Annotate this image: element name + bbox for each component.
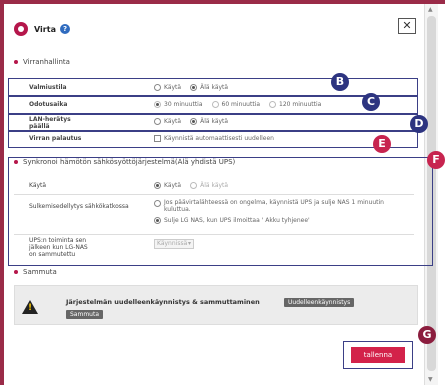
callout-outline-b: [8, 78, 418, 96]
dialog-header: Virta ?: [14, 22, 70, 36]
callout-outline-f: [8, 157, 433, 266]
scroll-up-icon[interactable]: ▲: [428, 6, 433, 13]
badge-e: E: [373, 135, 391, 153]
restart-button[interactable]: Uudelleenkäynnistys: [284, 298, 355, 307]
bullet-icon: [14, 60, 18, 64]
callout-outline-d: [8, 114, 418, 131]
bullet-icon: [14, 270, 18, 274]
section-shutdown: Sammuta: [14, 268, 57, 276]
scroll-down-icon[interactable]: ▼: [428, 376, 433, 383]
warning-icon: [22, 300, 38, 314]
badge-g: G: [418, 326, 436, 344]
section-power-management: Virranhallinta: [14, 58, 70, 66]
badge-b: B: [331, 73, 349, 91]
close-icon: ✕: [402, 19, 412, 32]
dialog-title: Virta: [34, 24, 56, 34]
callout-outline-g: [343, 341, 413, 369]
help-icon[interactable]: ?: [59, 24, 70, 34]
badge-c: C: [362, 93, 380, 111]
shutdown-button[interactable]: Sammuta: [66, 310, 104, 319]
shutdown-message: Järjestelmän uudelleenkäynnistys & sammu…: [66, 298, 260, 306]
callout-outline-e: [8, 131, 418, 148]
badge-f: F: [427, 151, 445, 169]
badge-d: D: [410, 115, 428, 133]
callout-outline-c: [8, 96, 418, 114]
power-logo-icon: [14, 22, 28, 36]
close-button[interactable]: ✕: [398, 18, 416, 34]
